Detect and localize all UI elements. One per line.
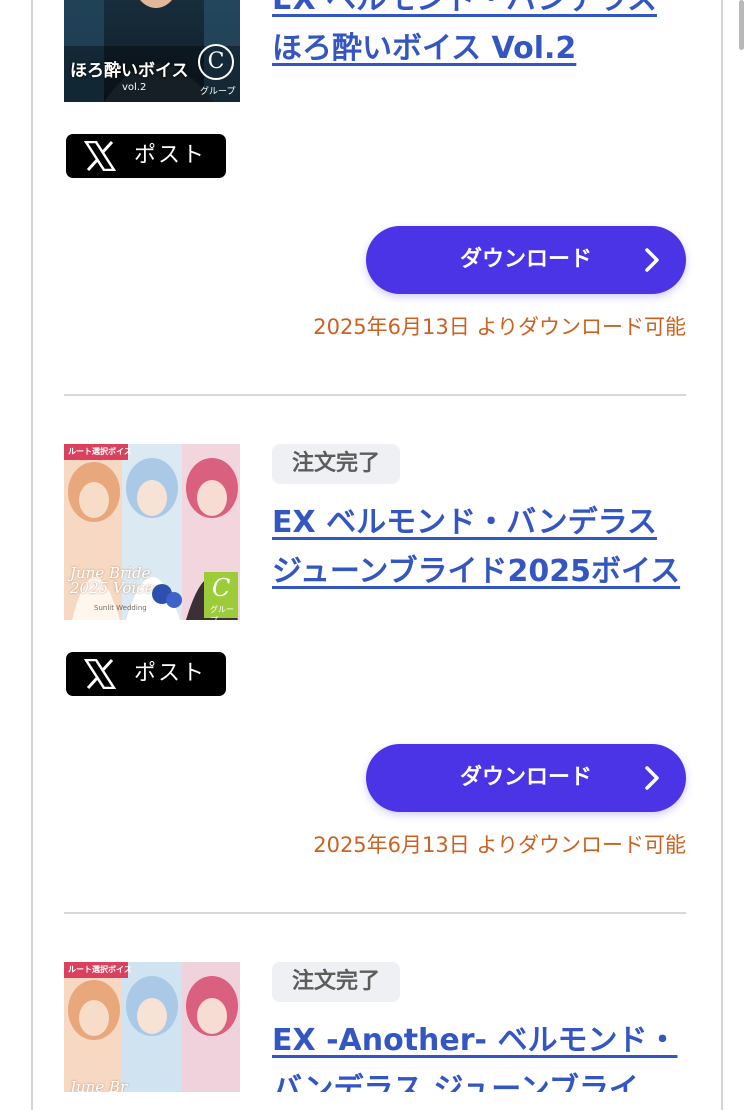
scrollbar-thumb[interactable] <box>739 0 744 50</box>
download-label: ダウンロード <box>459 765 592 790</box>
group-label: グループ <box>210 605 234 620</box>
order-item: ほろ酔いボイス vol.2 C グループ EX ベルモンド・バンデラス ほろ酔い… <box>64 0 686 360</box>
x-post-label: ポスト <box>134 143 207 168</box>
download-button[interactable]: ダウンロード <box>366 226 686 294</box>
status-badge: 注文完了 <box>272 444 401 484</box>
product-title-link[interactable]: EX ベルモンド・バンデラス ジューンブライド2025ボイス <box>272 498 692 596</box>
download-button[interactable]: ダウンロード <box>366 744 686 812</box>
group-mark: C <box>212 574 231 602</box>
thumbnail-caption: ほろ酔いボイス <box>70 61 189 81</box>
thumbnail-subcaption: vol.2 <box>122 82 147 93</box>
scrollbar[interactable] <box>735 0 749 1092</box>
x-post-label: ポスト <box>134 661 207 686</box>
item-divider <box>64 394 686 396</box>
x-logo-icon <box>84 659 116 689</box>
thumbnail-caption: June Br <box>70 1078 128 1092</box>
availability-text: 2025年6月13日 よりダウンロード可能 <box>313 315 686 339</box>
product-thumbnail[interactable]: ほろ酔いボイス vol.2 C グループ <box>64 0 240 102</box>
x-post-button[interactable]: ポスト <box>66 134 226 178</box>
chevron-right-icon <box>645 248 659 272</box>
chevron-right-icon <box>645 766 659 790</box>
thumbnail-subcaption: Sunlit Wedding <box>94 604 147 612</box>
order-item: ルート選択ボイス June Br 注文完了 EX -Another- ベルモンド… <box>64 962 686 1092</box>
thumbnail-tag: ルート選択ボイス <box>68 965 132 974</box>
x-logo-icon <box>84 141 116 171</box>
group-mark: C <box>198 44 234 80</box>
group-label: グループ <box>200 87 236 97</box>
thumbnail-caption: June Bride 2025 Voice <box>70 564 154 597</box>
item-divider <box>64 912 686 914</box>
order-item: ルート選択ボイス June Bride 2025 Voice Sunlit We… <box>64 444 686 864</box>
status-badge: 注文完了 <box>272 962 401 1002</box>
x-post-button[interactable]: ポスト <box>66 652 226 696</box>
product-title-link[interactable]: EX ベルモンド・バンデラス ほろ酔いボイス Vol.2 <box>272 0 692 73</box>
product-thumbnail[interactable]: ルート選択ボイス June Br <box>64 962 240 1092</box>
download-label: ダウンロード <box>459 247 592 272</box>
thumbnail-tag: ルート選択ボイス <box>68 447 132 456</box>
product-title-link[interactable]: EX -Another- ベルモンド・バンデラス ジューンブライ <box>272 1016 686 1092</box>
product-thumbnail[interactable]: ルート選択ボイス June Bride 2025 Voice Sunlit We… <box>64 444 240 620</box>
availability-text: 2025年6月13日 よりダウンロード可能 <box>313 833 686 857</box>
